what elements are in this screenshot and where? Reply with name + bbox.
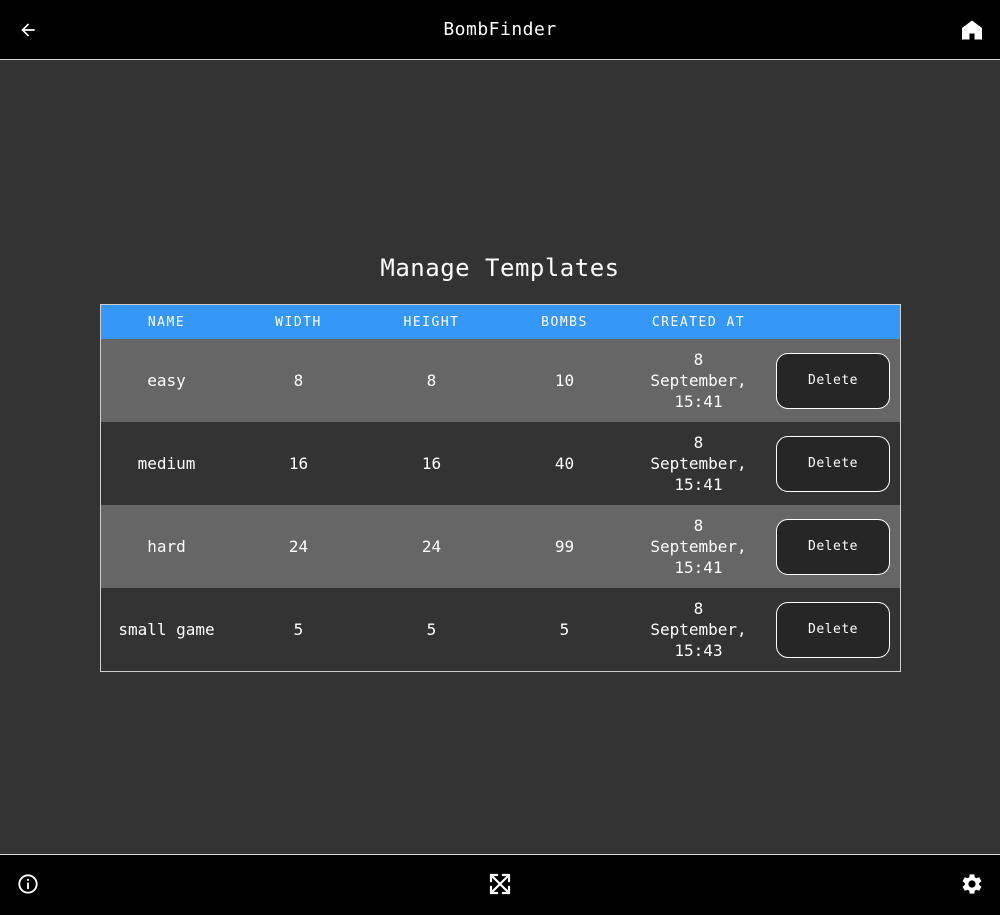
table-row: medium 16 16 40 8 September, 15:41 Delet… — [101, 422, 900, 505]
info-icon — [18, 874, 38, 894]
cell-name: medium — [137, 454, 196, 473]
info-button[interactable] — [12, 868, 44, 900]
table-header-row: NAME WIDTH HEIGHT BOMBS CREATED AT — [101, 305, 900, 339]
cell-height: 8 — [426, 371, 437, 390]
cell-name: hard — [147, 537, 186, 556]
delete-button[interactable]: Delete — [776, 352, 890, 409]
cell-created-at: 8 September, 15:43 — [650, 599, 747, 660]
delete-button[interactable]: Delete — [776, 518, 890, 575]
bottom-app-bar — [0, 854, 1000, 915]
cell-created-at: 8 September, 15:41 — [650, 516, 747, 577]
app-title: BombFinder — [443, 19, 557, 40]
cell-bombs: 5 — [559, 620, 570, 639]
cell-actions: Delete — [766, 422, 900, 505]
cell-height: 5 — [426, 620, 437, 639]
delete-button[interactable]: Delete — [776, 601, 890, 658]
cell-actions: Delete — [766, 339, 900, 422]
column-header-height: HEIGHT — [403, 314, 460, 330]
templates-table: NAME WIDTH HEIGHT BOMBS CREATED AT easy … — [100, 304, 901, 672]
home-button[interactable] — [956, 14, 988, 46]
cell-created-at: 8 September, 15:41 — [650, 433, 747, 494]
cell-bombs: 99 — [554, 537, 575, 556]
fullscreen-icon — [489, 873, 511, 895]
home-icon — [962, 20, 982, 40]
cell-actions: Delete — [766, 588, 900, 671]
cell-bombs: 40 — [554, 454, 575, 473]
gear-icon — [962, 874, 982, 894]
cell-width: 24 — [288, 537, 309, 556]
page-title: Manage Templates — [380, 254, 620, 282]
cell-width: 8 — [293, 371, 304, 390]
column-header-created-at: CREATED AT — [651, 314, 746, 330]
cell-width: 5 — [293, 620, 304, 639]
cell-width: 16 — [288, 454, 309, 473]
column-header-name: NAME — [147, 314, 186, 330]
cell-height: 24 — [421, 537, 442, 556]
column-header-actions — [766, 305, 900, 339]
cell-created-at: 8 September, 15:41 — [650, 350, 747, 411]
cell-actions: Delete — [766, 505, 900, 588]
delete-button[interactable]: Delete — [776, 435, 890, 492]
table-row: easy 8 8 10 8 September, 15:41 Delete — [101, 339, 900, 422]
column-header-width: WIDTH — [275, 314, 322, 330]
top-app-bar: BombFinder — [0, 0, 1000, 60]
table-row: hard 24 24 99 8 September, 15:41 Delete — [101, 505, 900, 588]
cell-name: small game — [118, 620, 215, 639]
cell-name: easy — [147, 371, 186, 390]
column-header-bombs: BOMBS — [541, 314, 588, 330]
cell-height: 16 — [421, 454, 442, 473]
cell-bombs: 10 — [554, 371, 575, 390]
settings-button[interactable] — [956, 868, 988, 900]
fullscreen-button[interactable] — [484, 868, 516, 900]
table-row: small game 5 5 5 8 September, 15:43 Dele… — [101, 588, 900, 671]
